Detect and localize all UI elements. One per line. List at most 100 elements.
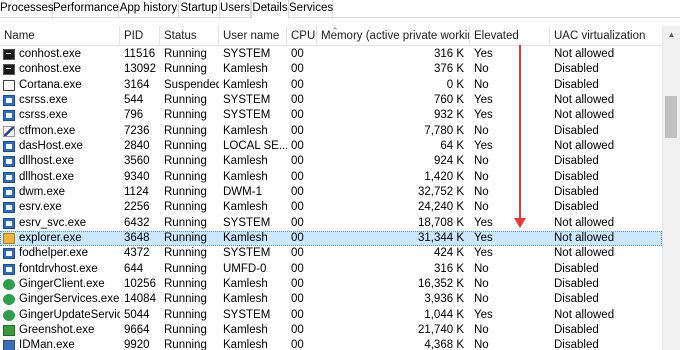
table-row[interactable]: IDMan.exe 9920 Running Kamlesh 00 4,368 K No Di… [0, 338, 662, 350]
process-status: Running [164, 48, 207, 60]
table-row[interactable]: Greenshot.exe 9664 Running Kamlesh 00 21,740 … [0, 323, 662, 338]
process-cpu: 00 [291, 201, 304, 214]
process-uac: Not allowed [554, 308, 615, 321]
table-row[interactable]: esrv.exe 2256 Running Kamlesh 00 24,240 K No Di… [0, 200, 662, 215]
process-cpu: 00 [291, 139, 304, 152]
process-memory: 424 K [433, 247, 464, 260]
table-row[interactable]: GingerServices.exe 14084 Running Kamlesh 00 3… [0, 292, 662, 307]
table-row[interactable]: fodhelper.exe 4372 Running SYSTEM 00 424 K Yes… [0, 246, 662, 261]
process-status: Suspended [164, 78, 219, 91]
table-row[interactable]: Cortana.exe 3164 Suspended Kamlesh 00 0 K No Di… [0, 78, 662, 93]
process-cpu: 00 [291, 308, 304, 321]
process-memory: 16,352 K [417, 277, 464, 290]
process-memory: 32,752 K [417, 185, 464, 198]
table-row[interactable]: csrss.exe 796 Running SYSTEM 00 932 K Yes Not a… [0, 108, 662, 123]
table-row[interactable]: explorer.exe 3648 Running Kamlesh 00 31,344 K… [0, 230, 662, 247]
process-user: DWM-1 [223, 185, 262, 198]
process-list: conhost.exe 11516 Running SYSTEM 00 316 K Yes N… [0, 47, 662, 350]
scroll-thumb[interactable] [665, 96, 677, 138]
process-status: Running [164, 277, 207, 290]
process-name: esrv.exe [19, 201, 62, 214]
process-cpu: 00 [291, 63, 304, 76]
process-status: Running [164, 262, 207, 275]
tab-services[interactable]: Services [289, 0, 333, 18]
column-header-memory[interactable]: Memory (active private working... [317, 26, 470, 46]
table-row[interactable]: conhost.exe 13092 Running Kamlesh 00 376 K No D… [0, 62, 662, 77]
process-pid: 5044 [124, 308, 150, 321]
process-status: Running [164, 124, 207, 137]
table-row[interactable]: csrss.exe 544 Running SYSTEM 00 760 K Yes Not a… [0, 93, 662, 108]
process-pid: 2256 [124, 201, 150, 214]
process-cpu: 00 [291, 109, 304, 122]
process-pid: 3164 [124, 78, 150, 91]
process-user: SYSTEM [223, 247, 271, 260]
column-header-status[interactable]: Status [160, 26, 219, 46]
process-cpu: 00 [291, 216, 304, 229]
process-status: Running [164, 216, 207, 229]
tab-details[interactable]: Details [251, 0, 289, 19]
table-row[interactable]: GingerClient.exe 10256 Running Kamlesh 00 16,… [0, 277, 662, 292]
column-header-user[interactable]: User name [219, 26, 287, 46]
process-cpu: 00 [291, 247, 304, 260]
process-memory: 376 K [433, 63, 464, 76]
process-cpu: 00 [291, 277, 304, 290]
process-pid: 544 [124, 93, 144, 106]
process-uac: Disabled [554, 155, 599, 168]
tab-users[interactable]: Users [220, 0, 251, 18]
process-pid: 7236 [124, 124, 150, 137]
process-elevated: Yes [474, 139, 493, 152]
process-uac: Disabled [554, 293, 599, 306]
process-cpu: 00 [291, 78, 304, 91]
process-user: LOCAL SE... [223, 139, 287, 152]
table-row[interactable]: GingerUpdateService... 5044 Running SYSTEM 0… [0, 308, 662, 323]
process-name: dasHost.exe [19, 139, 83, 152]
column-header-cpu[interactable]: CPU [287, 26, 317, 46]
process-elevated: Yes [474, 231, 493, 244]
tab-processes[interactable]: Processes [0, 0, 54, 18]
table-row[interactable]: dasHost.exe 2840 Running LOCAL SE... 00 64 K Y… [0, 139, 662, 154]
process-name: csrss.exe [19, 93, 68, 106]
table-row[interactable]: fontdrvhost.exe 644 Running UMFD-0 00 316 K No… [0, 262, 662, 277]
process-elevated: No [474, 339, 489, 350]
process-user: Kamlesh [223, 323, 268, 336]
process-name: fontdrvhost.exe [19, 262, 98, 275]
process-uac: Not allowed [554, 139, 615, 152]
process-elevated: No [474, 277, 489, 290]
table-row[interactable]: dllhost.exe 3560 Running Kamlesh 00 924 K No Di… [0, 154, 662, 169]
table-row[interactable]: esrv_svc.exe 6432 Running SYSTEM 00 18,708 K Y… [0, 216, 662, 231]
table-row[interactable]: dwm.exe 1124 Running DWM-1 00 32,752 K No Disab… [0, 185, 662, 200]
process-user: SYSTEM [223, 48, 271, 60]
process-name: Greenshot.exe [19, 323, 95, 336]
table-row[interactable]: ctfmon.exe 7236 Running Kamlesh 00 7,780 K No D… [0, 124, 662, 139]
column-header-elevated[interactable]: Elevated [470, 26, 550, 46]
process-status: Running [164, 185, 207, 198]
process-user: Kamlesh [223, 155, 268, 168]
tab-performance[interactable]: Performance [53, 0, 119, 18]
process-cpu: 00 [291, 185, 304, 198]
process-name: dwm.exe [19, 185, 66, 198]
process-user: SYSTEM [223, 93, 271, 106]
process-elevated: No [474, 63, 489, 76]
vertical-scrollbar[interactable]: ▲ [662, 26, 680, 350]
process-pid: 11516 [124, 48, 156, 60]
process-pid: 4372 [124, 247, 150, 260]
process-elevated: No [474, 155, 489, 168]
column-header-pid[interactable]: PID [120, 26, 160, 46]
process-uac: Not allowed [554, 109, 615, 122]
process-memory: 760 K [433, 93, 464, 106]
tab-app-history[interactable]: App history [119, 0, 179, 18]
column-header-uac[interactable]: UAC virtualization [550, 26, 662, 46]
column-header-name[interactable]: Name [0, 26, 120, 46]
process-uac: Disabled [554, 63, 599, 76]
process-elevated: Yes [474, 93, 493, 106]
process-status: Running [164, 231, 207, 244]
table-row[interactable]: dllhost.exe 9340 Running Kamlesh 00 1,420 K No… [0, 170, 662, 185]
process-uac: Disabled [554, 339, 599, 350]
process-name: GingerClient.exe [19, 277, 105, 290]
annotation-arrow-head-icon [514, 218, 526, 228]
scroll-up-arrow-icon[interactable]: ▲ [663, 26, 680, 43]
process-status: Running [164, 93, 207, 106]
table-row[interactable]: conhost.exe 11516 Running SYSTEM 00 316 K Yes N… [0, 47, 662, 62]
process-memory: 1,044 K [424, 308, 464, 321]
tab-startup[interactable]: Startup [179, 0, 220, 18]
